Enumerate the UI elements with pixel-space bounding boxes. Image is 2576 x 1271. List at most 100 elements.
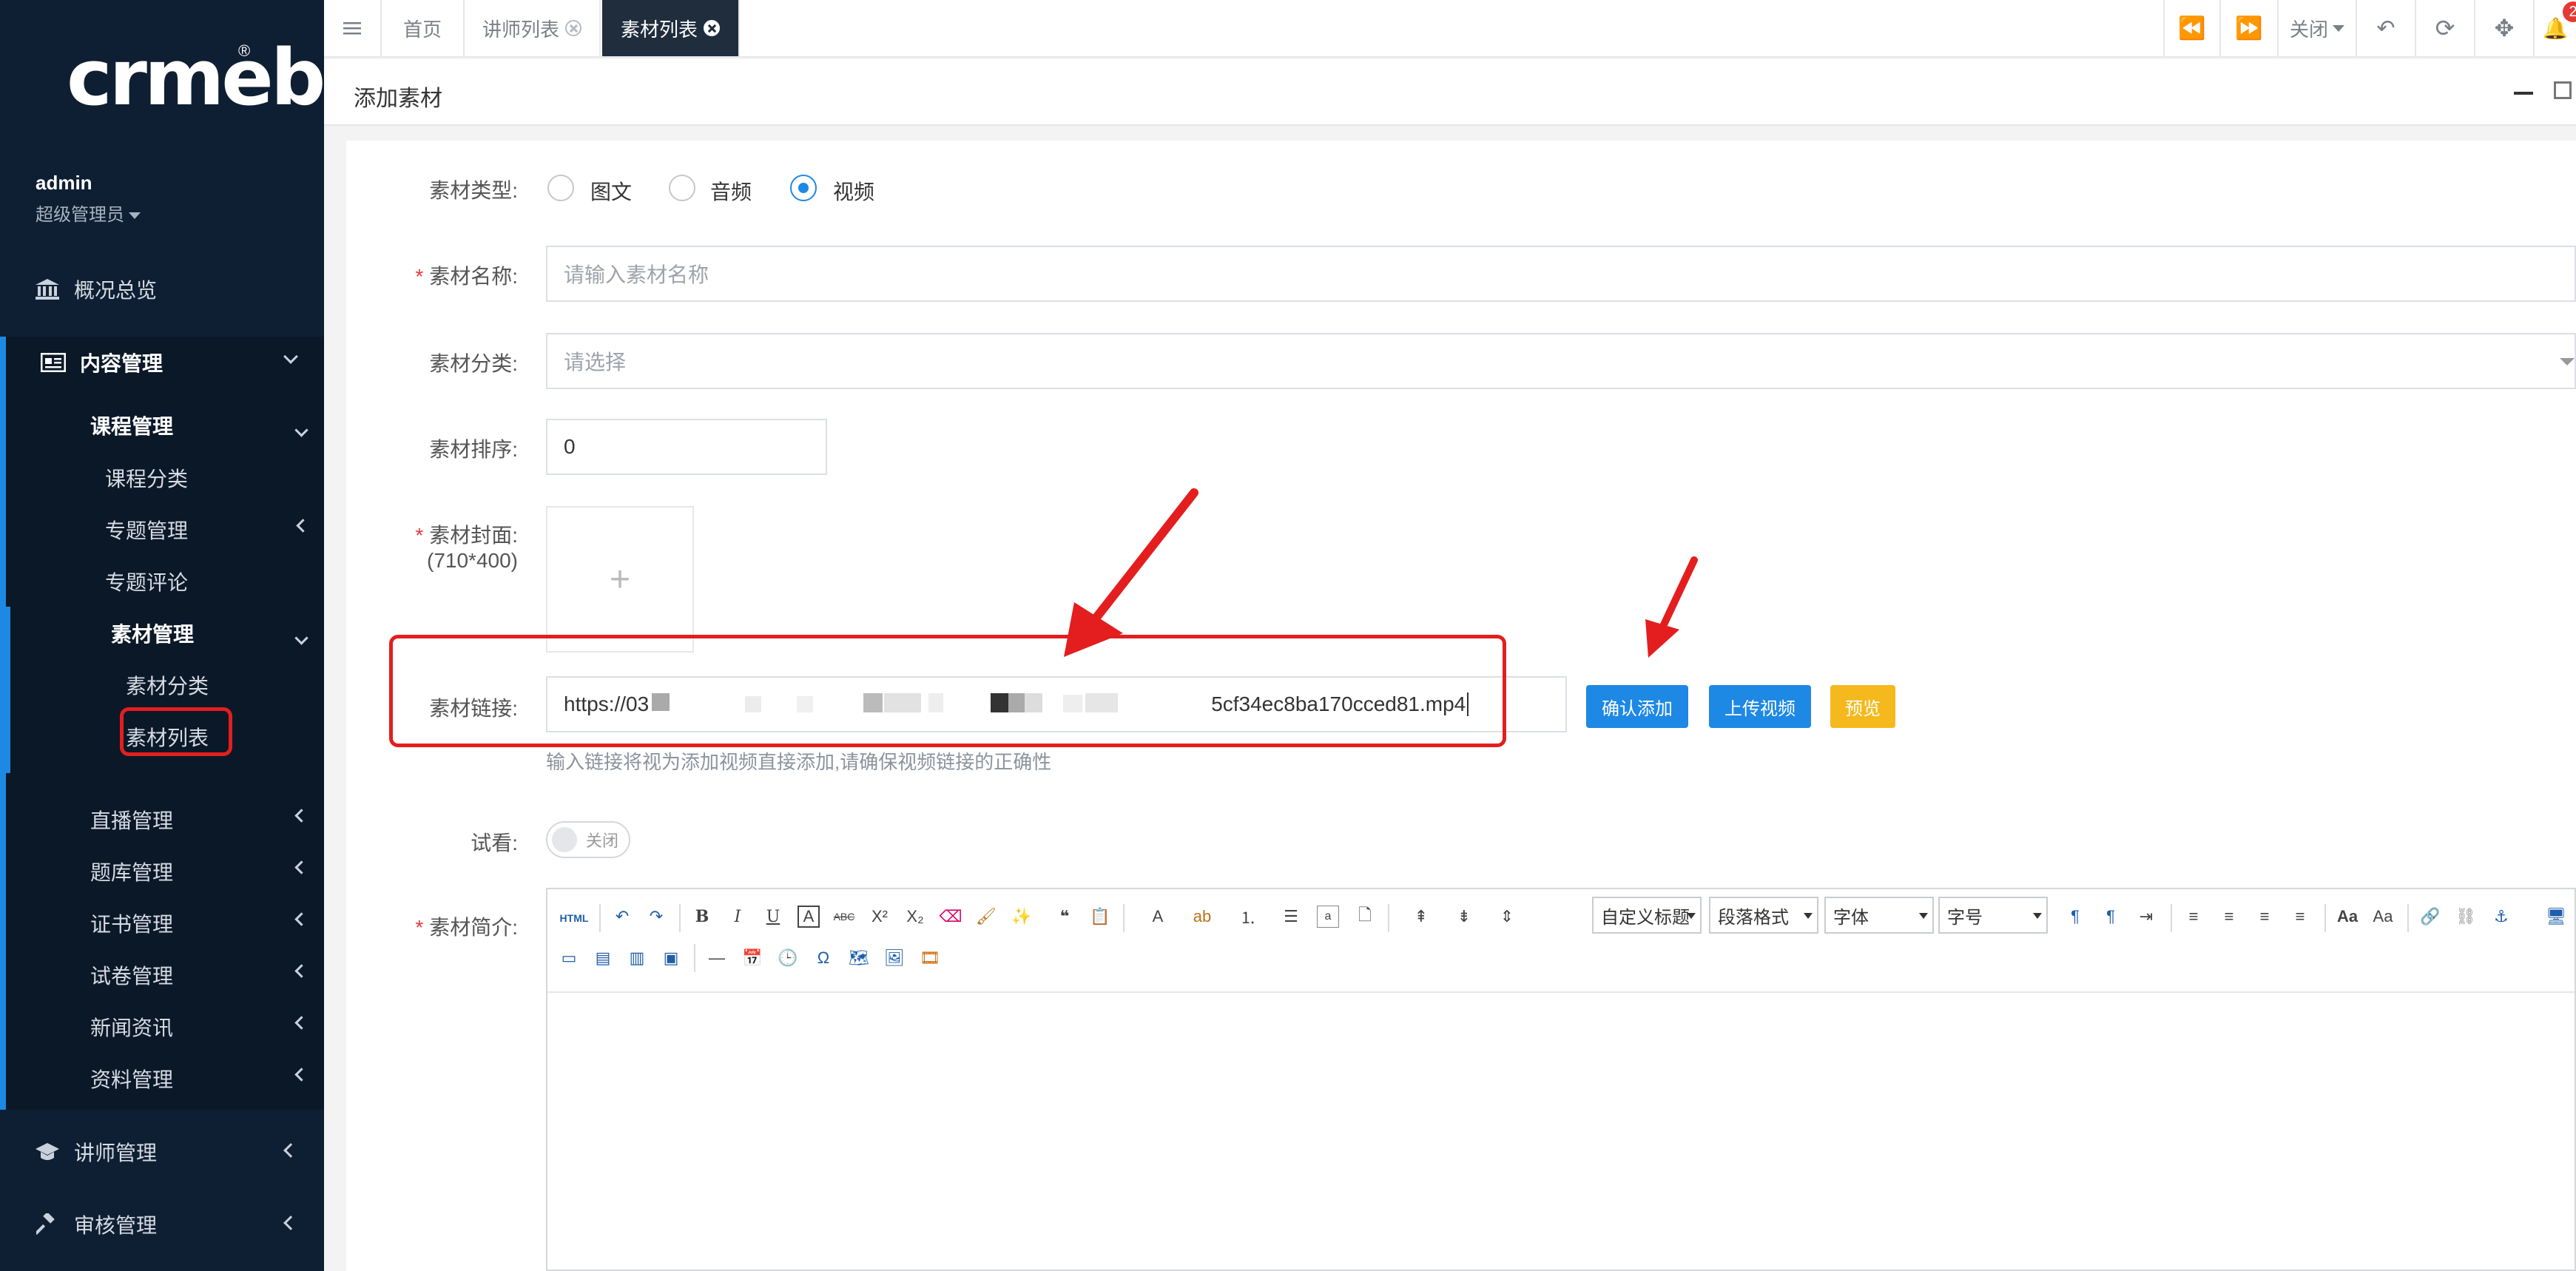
template-icon[interactable]: 🎞 bbox=[919, 947, 941, 969]
paste-plain-icon[interactable]: 📋 bbox=[1089, 906, 1111, 928]
sidebar-item-overview[interactable]: 概况总览 bbox=[0, 263, 324, 315]
submenu-course-management[interactable]: 课程管理 bbox=[90, 411, 308, 440]
align-left-icon[interactable]: ≡ bbox=[2182, 906, 2205, 928]
sidebar-item-review[interactable]: 审核管理 bbox=[0, 1198, 324, 1250]
date-icon[interactable]: 📅 bbox=[741, 947, 763, 969]
rich-text-editor[interactable]: HTML ↶ ↷ B I U A ABC X² X₂ ⌫ 🖌 ✨ ❝ 📋 A a… bbox=[546, 888, 2576, 1271]
format-brush-icon[interactable]: 🖌 bbox=[975, 906, 997, 928]
indent-icon[interactable]: ⇥ bbox=[2135, 906, 2157, 928]
annotation-box-link bbox=[389, 635, 1506, 747]
unlink-icon[interactable]: ⛓ bbox=[2455, 906, 2477, 928]
upload-video-button[interactable]: 上传视频 bbox=[1709, 685, 1811, 728]
rtl-icon[interactable]: ¶ bbox=[2100, 906, 2122, 928]
map-icon[interactable]: 🗺 bbox=[848, 947, 870, 969]
back-button[interactable]: ↶ bbox=[2357, 0, 2416, 56]
italic-icon[interactable]: I bbox=[726, 906, 749, 928]
preview-button[interactable]: 预览 bbox=[1830, 685, 1895, 728]
tab-material-list[interactable]: 素材列表 bbox=[602, 0, 740, 56]
bold-icon[interactable]: B bbox=[691, 906, 713, 928]
font-size-select[interactable]: 字号 bbox=[1938, 897, 2048, 934]
time-icon[interactable]: 🕒 bbox=[777, 947, 799, 969]
image-none-icon[interactable]: ▭ bbox=[558, 947, 580, 969]
highlight-icon[interactable]: ab bbox=[1191, 906, 1213, 928]
crmeb-logo: crmeb ® bbox=[67, 37, 326, 118]
word-image-icon[interactable]: 🖼 bbox=[883, 947, 906, 969]
font-border-icon[interactable]: A bbox=[798, 906, 820, 928]
align-center-icon[interactable]: ≡ bbox=[2218, 906, 2240, 928]
close-tabs-dropdown[interactable]: 关闭 bbox=[2279, 0, 2357, 56]
lowercase-icon[interactable]: Aa bbox=[2372, 906, 2394, 928]
submenu-course-category[interactable]: 课程分类 bbox=[105, 463, 188, 493]
close-icon[interactable] bbox=[565, 20, 581, 36]
sidebar-item-content[interactable]: 内容管理 bbox=[0, 337, 324, 388]
auto-format-icon[interactable]: ✨ bbox=[1011, 906, 1033, 928]
submenu-topic-comments[interactable]: 专题评论 bbox=[105, 567, 188, 596]
cover-upload-button[interactable]: + bbox=[546, 506, 694, 653]
submenu-question-bank[interactable]: 题库管理 bbox=[90, 857, 308, 886]
confirm-add-button[interactable]: 确认添加 bbox=[1586, 685, 1688, 728]
submenu-news[interactable]: 新闻资讯 bbox=[90, 1012, 308, 1042]
eraser-icon[interactable]: ⌫ bbox=[939, 906, 962, 928]
submenu-exam-paper[interactable]: 试卷管理 bbox=[90, 960, 308, 990]
category-select[interactable]: 请选择 bbox=[546, 333, 2576, 389]
radio-audio[interactable] bbox=[669, 175, 695, 201]
menu-toggle-button[interactable] bbox=[324, 0, 382, 56]
redo-icon[interactable]: ↷ bbox=[645, 906, 667, 928]
maximize-icon[interactable] bbox=[2554, 81, 2572, 99]
html-source-icon[interactable]: HTML bbox=[558, 907, 590, 929]
row-spacing-bottom-icon[interactable]: ⇟ bbox=[1453, 906, 1475, 928]
anchor-icon[interactable]: ⚓ bbox=[2490, 906, 2512, 928]
undo-icon[interactable]: ↶ bbox=[611, 906, 633, 928]
subscript-icon[interactable]: X₂ bbox=[904, 906, 926, 928]
submenu-certificate[interactable]: 证书管理 bbox=[90, 908, 308, 938]
row-spacing-top-icon[interactable]: ⇞ bbox=[1410, 906, 1432, 928]
strikethrough-icon[interactable]: ABC bbox=[833, 906, 855, 928]
name-input[interactable]: 请输入素材名称 bbox=[546, 246, 2576, 302]
page-icon[interactable]: 🗋 bbox=[1354, 906, 1376, 928]
ltr-icon[interactable]: ¶ bbox=[2064, 906, 2086, 928]
special-char-icon[interactable]: Ω bbox=[812, 947, 834, 969]
sort-input[interactable]: 0 bbox=[546, 419, 827, 475]
paragraph-format-select[interactable]: 段落格式 bbox=[1709, 897, 1818, 934]
radio-video[interactable] bbox=[790, 175, 817, 201]
image-right-icon[interactable]: ▥ bbox=[626, 947, 648, 969]
user-role-dropdown[interactable]: 超级管理员 bbox=[36, 200, 141, 226]
close-icon[interactable] bbox=[704, 20, 720, 36]
submenu-material-category[interactable]: 素材分类 bbox=[126, 670, 209, 700]
submenu-topic-management[interactable]: 专题管理 bbox=[105, 515, 310, 545]
unordered-list-icon[interactable]: ☰ bbox=[1280, 906, 1302, 928]
tab-lecturer-list[interactable]: 讲师列表 bbox=[465, 0, 601, 56]
custom-heading-select[interactable]: 自定义标题 bbox=[1592, 897, 1702, 934]
horizontal-rule-icon[interactable]: — bbox=[706, 947, 728, 969]
blockquote-icon[interactable]: ❝ bbox=[1053, 906, 1076, 928]
radio-article[interactable] bbox=[547, 175, 574, 201]
image-center-icon[interactable]: ▣ bbox=[660, 947, 682, 969]
font-color-icon[interactable]: A bbox=[1147, 906, 1169, 928]
line-height-icon[interactable]: ⇕ bbox=[1496, 906, 1518, 928]
submenu-material-management[interactable]: 素材管理 bbox=[111, 618, 308, 648]
insert-frame-icon[interactable]: a bbox=[1317, 906, 1339, 928]
tab-home[interactable]: 首页 bbox=[382, 0, 465, 56]
notification-button[interactable]: 🔔 2 bbox=[2535, 0, 2576, 56]
scroll-tabs-right-button[interactable]: ⏩ bbox=[2221, 0, 2279, 56]
image-left-icon[interactable]: ▤ bbox=[592, 947, 614, 969]
sidebar-item-lecturer[interactable]: 讲师管理 bbox=[0, 1126, 324, 1178]
align-right-icon[interactable]: ≡ bbox=[2253, 906, 2276, 928]
superscript-icon[interactable]: X² bbox=[869, 906, 891, 928]
submenu-resources[interactable]: 资料管理 bbox=[90, 1064, 308, 1093]
underline-icon[interactable]: U bbox=[762, 906, 784, 928]
link-icon[interactable]: 🔗 bbox=[2419, 906, 2441, 928]
align-justify-icon[interactable]: ≡ bbox=[2289, 906, 2311, 928]
trial-toggle[interactable]: 关闭 bbox=[546, 821, 630, 858]
submenu-label: 直播管理 bbox=[90, 809, 174, 832]
refresh-button[interactable]: ⟳ bbox=[2416, 0, 2475, 56]
radio-video-label: 视频 bbox=[833, 181, 875, 203]
submenu-live[interactable]: 直播管理 bbox=[90, 805, 308, 835]
scroll-tabs-left-button[interactable]: ⏪ bbox=[2163, 0, 2221, 56]
uppercase-icon[interactable]: Aa bbox=[2336, 906, 2358, 928]
minimize-icon[interactable] bbox=[2514, 92, 2533, 95]
monitor-icon[interactable]: 🖥 bbox=[2545, 906, 2567, 928]
font-family-select[interactable]: 字体 bbox=[1824, 897, 1934, 934]
fullscreen-button[interactable]: ✥ bbox=[2475, 0, 2535, 56]
ordered-list-icon[interactable]: ⒈ bbox=[1237, 906, 1259, 928]
